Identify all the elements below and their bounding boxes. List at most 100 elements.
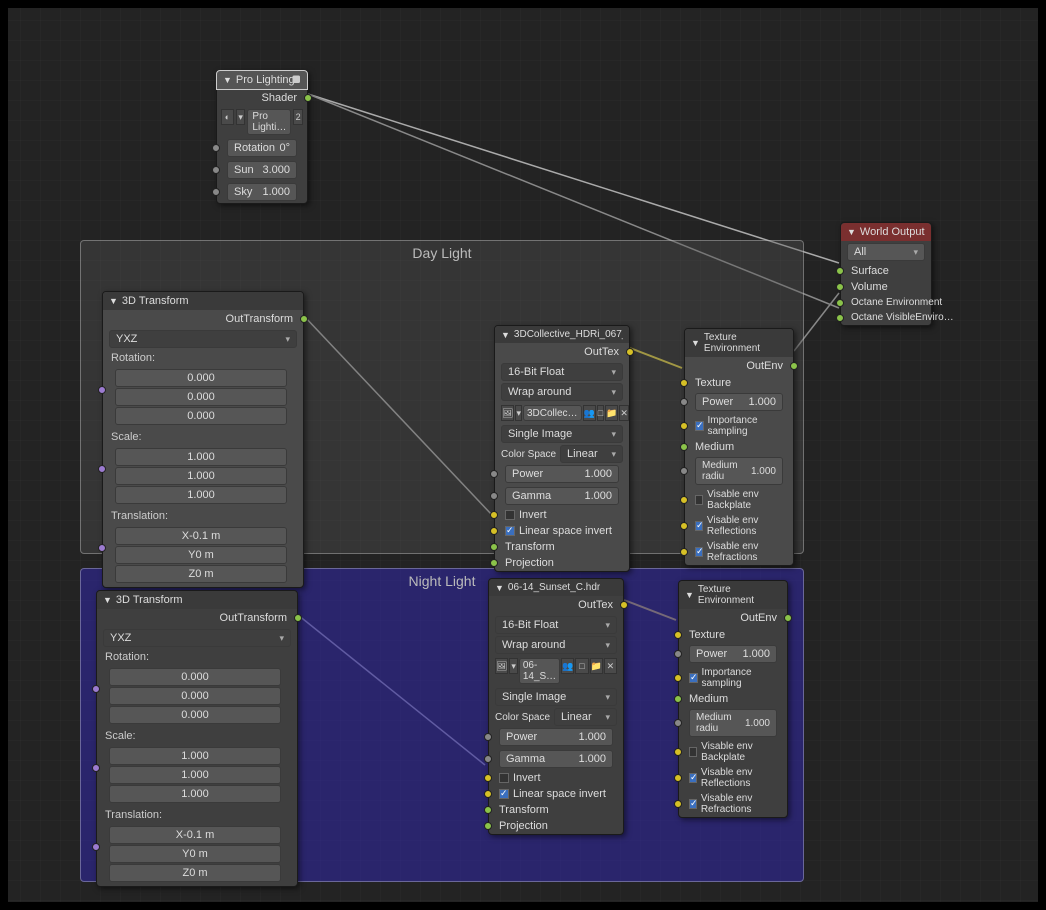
scale-vec[interactable]: 1.0001.0001.000: [109, 747, 281, 804]
in-gamma[interactable]: Gamma1.000: [489, 748, 623, 770]
in-surface: Surface: [841, 263, 931, 279]
out-env: OutEnv: [685, 357, 793, 375]
collapse-icon[interactable]: ▼: [103, 595, 112, 605]
node-teximage-night[interactable]: ▼ 06-14_Sunset_C.hdr OutTex 16-Bit Float…: [488, 578, 624, 835]
source-dropdown[interactable]: Single Image▾: [495, 688, 617, 706]
rotation-order-dropdown[interactable]: YXZ▾: [103, 629, 291, 647]
colorspace-label: Color Space: [501, 449, 556, 460]
open-icon[interactable]: 📁: [605, 405, 618, 421]
node-header[interactable]: ▼ 06-14_Sunset_C.hdr: [489, 579, 623, 596]
translation-vec[interactable]: X-0.1 m Y0 m Z0 m: [115, 527, 287, 584]
node-header[interactable]: ▼ 3D Transform: [103, 292, 303, 310]
node-prolighting[interactable]: ▼ Pro Lighting: Skie… Shader ◐ ▾ Pro Lig…: [216, 70, 308, 204]
rotation-order-dropdown[interactable]: YXZ▾: [109, 330, 297, 348]
rotation-vec[interactable]: 0.000 0.000 0.000: [115, 369, 287, 426]
collapse-icon[interactable]: ▼: [495, 583, 504, 593]
node-header[interactable]: ▼ 3DCollective_HDRi_067_1326…: [495, 326, 629, 343]
chevron-down-icon[interactable]: ▾: [509, 658, 517, 674]
target-dropdown[interactable]: All▾: [847, 243, 925, 261]
wrap-dropdown[interactable]: Wrap around▾: [501, 383, 623, 401]
node-header-prolighting[interactable]: ▼ Pro Lighting: Skie…: [216, 70, 308, 90]
in-gamma[interactable]: Gamma1.000: [495, 485, 629, 507]
rotation-vec[interactable]: 0.0000.0000.000: [109, 668, 281, 725]
in-power[interactable]: Power1.000: [679, 643, 787, 665]
in-importance[interactable]: Importance sampling: [685, 413, 793, 439]
bitdepth-dropdown[interactable]: 16-Bit Float▾: [501, 363, 623, 381]
in-importance[interactable]: Importance sampling: [679, 665, 787, 691]
in-refract[interactable]: Visable env Refractions: [679, 791, 787, 817]
in-medrad[interactable]: Medium radiu1.000: [685, 455, 793, 487]
chevron-down-icon[interactable]: ▾: [515, 405, 522, 421]
new-icon[interactable]: □: [575, 658, 588, 674]
source-dropdown[interactable]: Single Image▾: [501, 425, 623, 443]
in-linspace[interactable]: Linear space invert: [495, 523, 629, 539]
new-icon[interactable]: □: [597, 405, 604, 421]
node-texenv-night[interactable]: ▼ Texture Environment OutEnv Texture Pow…: [678, 580, 788, 818]
node-title: World Output: [860, 226, 925, 238]
collapse-icon[interactable]: ▼: [691, 338, 700, 348]
in-transform: Transform: [495, 539, 629, 555]
bitdepth-dropdown[interactable]: 16-Bit Float▾: [495, 616, 617, 634]
node-3dtransform-day[interactable]: ▼ 3D Transform OutTransform YXZ▾ Rotatio…: [102, 291, 304, 588]
unlink-icon[interactable]: ✕: [619, 405, 629, 421]
users-icon[interactable]: 👥: [583, 405, 596, 421]
in-reflect[interactable]: Visable env Reflections: [685, 513, 793, 539]
in-octane-env: Octane Environment: [841, 295, 931, 310]
globe-icon[interactable]: ◐: [221, 109, 234, 125]
in-linspace[interactable]: Linear space invert: [489, 786, 623, 802]
in-backplate[interactable]: Visable env Backplate: [685, 487, 793, 513]
in-reflect[interactable]: Visable env Reflections: [679, 765, 787, 791]
collapse-icon[interactable]: ▼: [501, 330, 510, 340]
collapse-icon[interactable]: ▼: [847, 227, 856, 237]
node-world-output[interactable]: ▼ World Output All▾ Surface Volume Octan…: [840, 222, 932, 326]
node-header[interactable]: ▼ Texture Environment: [685, 329, 793, 357]
out-shader: Shader: [217, 89, 307, 107]
in-power[interactable]: Power1.000: [685, 391, 793, 413]
in-medium: Medium: [679, 691, 787, 707]
in-backplate[interactable]: Visable env Backplate: [679, 739, 787, 765]
in-sky[interactable]: Sky1.000: [217, 181, 307, 203]
scale-vec[interactable]: 1.000 1.000 1.000: [115, 448, 287, 505]
scale-label: Scale:: [97, 728, 297, 744]
node-3dtransform-night[interactable]: ▼ 3D Transform OutTransform YXZ▾ Rotatio…: [96, 590, 298, 887]
in-volume: Volume: [841, 279, 931, 295]
in-invert[interactable]: Invert: [495, 507, 629, 523]
node-teximage-day[interactable]: ▼ 3DCollective_HDRi_067_1326… OutTex 16-…: [494, 325, 630, 572]
in-sun[interactable]: Sun3.000: [217, 159, 307, 181]
colorspace-dropdown[interactable]: Linear▾: [554, 708, 617, 726]
unlink-icon[interactable]: ✕: [604, 658, 617, 674]
out-transform: OutTransform: [97, 609, 297, 627]
in-power[interactable]: Power1.000: [495, 463, 629, 485]
wrap-dropdown[interactable]: Wrap around▾: [495, 636, 617, 654]
users-icon[interactable]: 2: [293, 109, 303, 125]
open-icon[interactable]: 📁: [590, 658, 603, 674]
group-dropdown[interactable]: Pro Lighti…: [247, 109, 291, 135]
collapse-icon[interactable]: ▼: [109, 296, 118, 306]
node-header-world-output[interactable]: ▼ World Output: [841, 223, 931, 241]
node-texenv-day[interactable]: ▼ Texture Environment OutEnv Texture Pow…: [684, 328, 794, 566]
node-title: Texture Environment: [698, 584, 781, 606]
in-power[interactable]: Power1.000: [489, 726, 623, 748]
in-medrad[interactable]: Medium radiu1.000: [679, 707, 787, 739]
image-name-field[interactable]: 3DCollec…: [523, 405, 582, 421]
users-icon[interactable]: 👥: [561, 658, 574, 674]
image-browse-icon[interactable]: 🖼: [495, 658, 508, 674]
colorspace-label: Color Space: [495, 712, 550, 723]
colorspace-dropdown[interactable]: Linear▾: [560, 445, 623, 463]
in-rotation[interactable]: Rotation0°: [217, 137, 307, 159]
node-header[interactable]: ▼ Texture Environment: [679, 581, 787, 609]
collapse-icon[interactable]: ▼: [685, 590, 694, 600]
node-header[interactable]: ▼ 3D Transform: [97, 591, 297, 609]
translation-vec[interactable]: X-0.1 mY0 mZ0 m: [109, 826, 281, 883]
collapse-icon[interactable]: ▼: [223, 75, 232, 85]
image-name-field[interactable]: 06-14_S…: [519, 658, 560, 684]
translation-label: Translation:: [103, 508, 303, 524]
image-browse-icon[interactable]: 🖼: [501, 405, 514, 421]
chevron-down-icon[interactable]: ▾: [236, 109, 246, 125]
in-invert[interactable]: Invert: [489, 770, 623, 786]
node-title: Texture Environment: [704, 332, 787, 354]
in-refract[interactable]: Visable env Refractions: [685, 539, 793, 565]
in-medium: Medium: [685, 439, 793, 455]
node-title: 3DCollective_HDRi_067_1326…: [514, 329, 623, 340]
scale-label: Scale:: [103, 429, 303, 445]
